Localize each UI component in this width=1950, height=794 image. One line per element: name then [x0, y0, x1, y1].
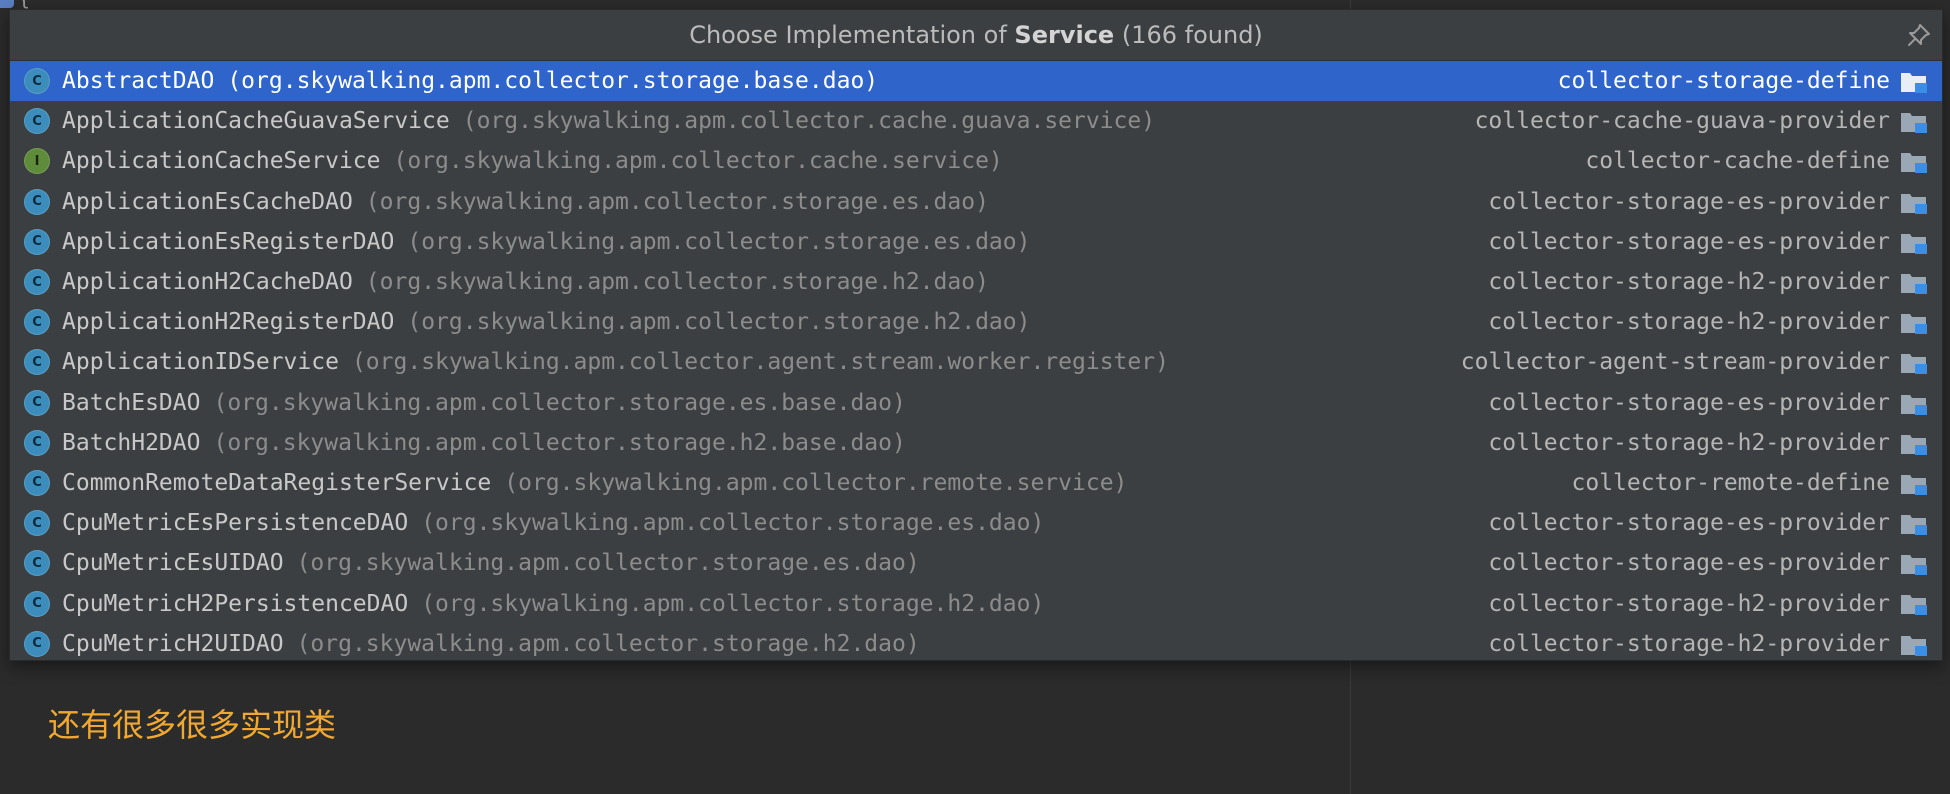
item-module: collector-storage-es-provider	[1488, 389, 1890, 416]
item-class-name: ApplicationCacheGuavaService	[62, 108, 450, 135]
module-folder-icon	[1901, 595, 1927, 616]
item-class-name: ApplicationIDService	[62, 349, 339, 376]
class-icon: C	[24, 188, 50, 215]
item-class-name: ApplicationEsCacheDAO	[62, 188, 353, 215]
item-class-name: ApplicationH2RegisterDAO	[62, 309, 395, 336]
class-icon: C	[24, 68, 50, 95]
item-package: (org.skywalking.apm.collector.storage.h2…	[296, 630, 920, 657]
item-class-name: CommonRemoteDataRegisterService	[62, 469, 492, 496]
popup-title-prefix: Choose Implementation of	[689, 21, 1007, 49]
class-icon: C	[24, 469, 50, 496]
module-folder-icon	[1901, 193, 1927, 214]
item-module: collector-agent-stream-provider	[1460, 349, 1890, 376]
module-folder-icon	[1901, 354, 1927, 375]
item-package: (org.skywalking.apm.collector.storage.es…	[213, 389, 906, 416]
popup-title-count: (166 found)	[1121, 21, 1263, 49]
popup-title: Choose Implementation of Service (166 fo…	[10, 10, 1942, 61]
item-package: (org.skywalking.apm.collector.cache.serv…	[393, 148, 1003, 175]
item-package: (org.skywalking.apm.collector.remote.ser…	[504, 469, 1128, 496]
item-package: (org.skywalking.apm.collector.storage.h2…	[407, 309, 1031, 336]
implementation-list: C AbstractDAO (org.skywalking.apm.collecto…	[10, 61, 1942, 664]
module-folder-icon	[1901, 314, 1927, 335]
item-package: (org.skywalking.apm.collector.storage.h2…	[365, 269, 989, 296]
item-module: collector-storage-h2-provider	[1488, 590, 1890, 617]
module-folder-icon	[1901, 474, 1927, 495]
item-module: collector-storage-es-provider	[1488, 228, 1890, 255]
item-class-name: BatchH2DAO	[62, 429, 201, 456]
module-folder-icon	[1901, 635, 1927, 656]
class-icon: C	[24, 510, 50, 537]
list-item[interactable]: C CpuMetricEsUIDAO (org.skywalking.apm.col…	[10, 543, 1942, 583]
item-class-name: CpuMetricH2UIDAO	[62, 630, 284, 657]
module-folder-icon	[1901, 515, 1927, 536]
list-item[interactable]: C CpuMetricH2PersistenceDAO (org.skywalkin…	[10, 583, 1942, 623]
item-package: (org.skywalking.apm.collector.storage.es…	[407, 228, 1031, 255]
module-folder-icon	[1901, 394, 1927, 415]
class-icon: C	[24, 630, 50, 657]
item-module: collector-storage-es-provider	[1488, 188, 1890, 215]
item-class-name: CpuMetricH2PersistenceDAO	[62, 590, 409, 617]
list-item[interactable]: C CommonRemoteDataRegisterService (org.sky…	[10, 463, 1942, 503]
module-folder-icon	[1901, 273, 1927, 294]
item-module: collector-remote-define	[1571, 469, 1891, 496]
list-item[interactable]: C AbstractDAO (org.skywalking.apm.collecto…	[10, 61, 1942, 102]
module-folder-icon	[1901, 73, 1927, 93]
annotation-note: 还有很多很多实现类	[48, 706, 337, 744]
class-icon: C	[24, 429, 50, 456]
interface-icon: I	[24, 148, 50, 175]
module-folder-icon	[1901, 555, 1927, 576]
item-module: collector-cache-define	[1585, 148, 1890, 175]
list-item[interactable]: C ApplicationIDService (org.skywalking.apm…	[10, 342, 1942, 382]
list-item[interactable]: C ApplicationEsCacheDAO (org.skywalking.ap…	[10, 182, 1942, 222]
list-item[interactable]: I ApplicationCacheService (org.skywalking.…	[10, 141, 1942, 181]
module-folder-icon	[1901, 113, 1927, 134]
item-package: (org.skywalking.apm.collector.storage.es…	[296, 550, 920, 577]
class-icon: C	[24, 590, 50, 617]
item-module: collector-storage-h2-provider	[1488, 429, 1890, 456]
item-module: collector-storage-es-provider	[1488, 550, 1890, 577]
item-package: (org.skywalking.apm.collector.storage.es…	[421, 510, 1045, 537]
item-module: collector-storage-h2-provider	[1488, 269, 1890, 296]
item-module: collector-storage-h2-provider	[1488, 309, 1890, 336]
item-module: collector-storage-h2-provider	[1488, 630, 1890, 657]
class-icon: C	[24, 269, 50, 296]
class-icon: C	[24, 309, 50, 336]
item-package: (org.skywalking.apm.collector.agent.stre…	[351, 349, 1169, 376]
module-folder-icon	[1901, 434, 1927, 455]
item-package: (org.skywalking.apm.collector.storage.h2…	[213, 429, 906, 456]
module-folder-icon	[1901, 153, 1927, 174]
item-module: collector-storage-define	[1557, 68, 1890, 95]
class-icon: C	[24, 389, 50, 416]
popup-title-subject: Service	[1014, 21, 1115, 49]
list-item[interactable]: C BatchH2DAO (org.skywalking.apm.collector…	[10, 423, 1942, 463]
item-package: (org.skywalking.apm.collector.storage.es…	[365, 188, 989, 215]
class-icon: C	[24, 108, 50, 135]
list-item[interactable]: C ApplicationEsRegisterDAO (org.skywalking…	[10, 222, 1942, 262]
list-item[interactable]: C ApplicationH2CacheDAO (org.skywalking.ap…	[10, 262, 1942, 302]
module-folder-icon	[1901, 233, 1927, 254]
item-class-name: CpuMetricEsPersistenceDAO	[62, 510, 409, 537]
item-class-name: ApplicationH2CacheDAO	[62, 269, 353, 296]
item-package: (org.skywalking.apm.collector.cache.guav…	[462, 108, 1156, 135]
item-package: (org.skywalking.apm.collector.storage.h2…	[421, 590, 1045, 617]
list-item[interactable]: C BatchEsDAO (org.skywalking.apm.collector…	[10, 383, 1942, 423]
list-item[interactable]: C ApplicationCacheGuavaService (org.skywal…	[10, 101, 1942, 141]
item-class-name: ApplicationCacheService	[62, 148, 381, 175]
item-class-name: AbstractDAO	[62, 68, 215, 95]
item-package: (org.skywalking.apm.collector.storage.ba…	[227, 68, 879, 95]
gutter-marker	[0, 0, 14, 8]
pin-icon[interactable]	[1906, 22, 1932, 48]
item-class-name: ApplicationEsRegisterDAO	[62, 228, 395, 255]
choose-implementation-popup: Choose Implementation of Service (166 fo…	[9, 9, 1943, 661]
class-icon: C	[24, 550, 50, 577]
list-item[interactable]: C CpuMetricEsPersistenceDAO (org.skywalkin…	[10, 503, 1942, 543]
item-class-name: CpuMetricEsUIDAO	[62, 550, 284, 577]
item-module: collector-storage-es-provider	[1488, 510, 1890, 537]
item-module: collector-cache-guava-provider	[1474, 108, 1890, 135]
class-icon: C	[24, 228, 50, 255]
item-class-name: BatchEsDAO	[62, 389, 201, 416]
class-icon: C	[24, 349, 50, 376]
list-item[interactable]: C CpuMetricH2UIDAO (org.skywalking.apm.col…	[10, 624, 1942, 664]
list-item[interactable]: C ApplicationH2RegisterDAO (org.skywalking…	[10, 302, 1942, 342]
